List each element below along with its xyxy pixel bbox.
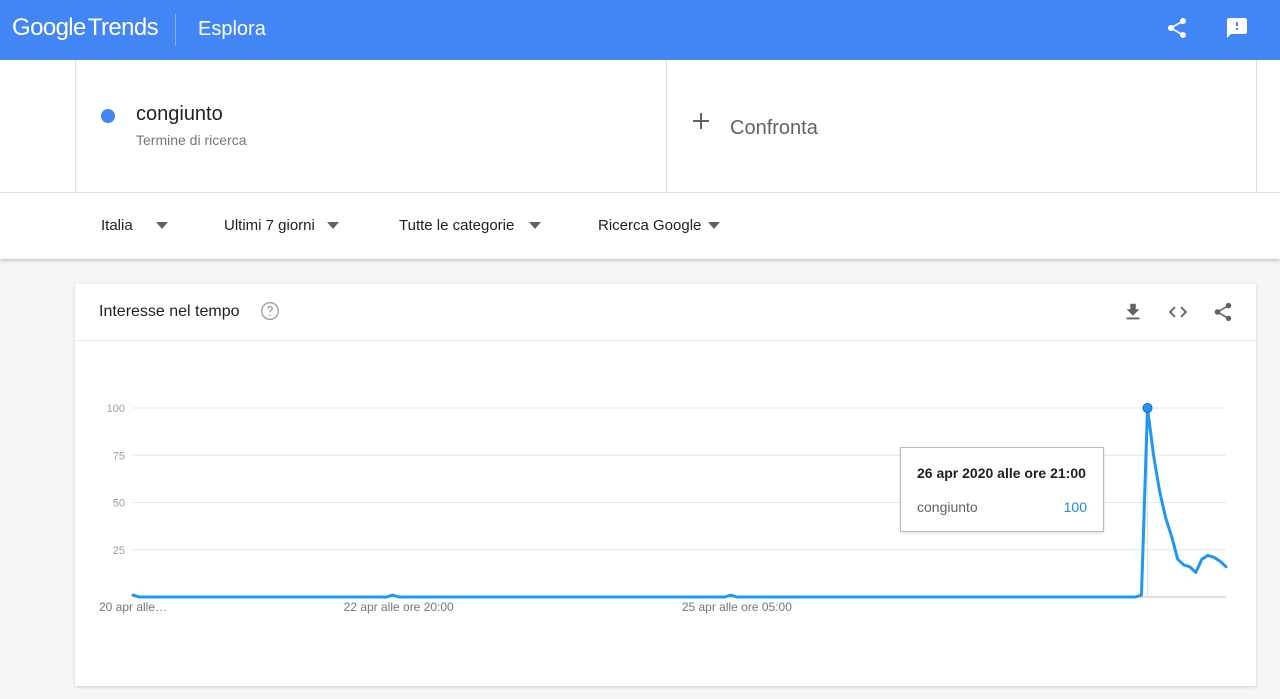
card-header: Interesse nel tempo [75,284,1256,341]
filter-time-range-label: Ultimi 7 giorni [224,217,315,234]
search-panel: congiunto Termine di ricerca Confronta [0,60,1280,192]
tooltip-series-name: congiunto [917,499,978,515]
card-title: Interesse nel tempo [99,303,240,320]
plus-icon [693,113,709,129]
card-share-icon[interactable] [1212,301,1234,323]
filter-category[interactable]: Tutte le categorie [399,217,541,234]
logo-google-text: Google [12,14,86,41]
share-icon[interactable] [1165,16,1189,40]
filter-category-label: Tutte le categorie [399,217,515,234]
app-bar-divider [175,14,176,46]
download-icon[interactable] [1122,301,1144,323]
dropdown-arrow-icon [708,222,720,229]
feedback-icon[interactable] [1225,16,1249,40]
chart-tooltip: 26 apr 2020 alle ore 21:00 congiunto 100 [900,447,1104,532]
filter-search-type-label: Ricerca Google [598,217,702,234]
help-icon[interactable] [260,301,280,321]
term-type: Termine di ricerca [136,132,247,148]
search-term-card[interactable]: congiunto Termine di ricerca [75,60,667,192]
google-trends-logo[interactable]: GoogleTrends [12,14,159,42]
logo-trends-text: Trends [87,14,159,41]
app-bar: GoogleTrends Esplora [0,0,1280,60]
term-name[interactable]: congiunto [136,103,223,126]
filter-bar: Italia Ultimi 7 giorni Tutte le categori… [0,192,1280,259]
filter-search-type[interactable]: Ricerca Google [598,217,720,234]
tooltip-value: 100 [1063,499,1087,515]
compare-button[interactable]: Confronta [665,60,1257,192]
dropdown-arrow-icon [327,222,339,229]
filter-region[interactable]: Italia [101,217,168,234]
term-color-dot [101,109,115,123]
tooltip-date: 26 apr 2020 alle ore 21:00 [917,465,1086,481]
embed-icon[interactable] [1167,301,1189,323]
dropdown-arrow-icon [156,222,168,229]
filter-time-range[interactable]: Ultimi 7 giorni [224,217,339,234]
compare-label: Confronta [730,117,818,139]
filter-region-label: Italia [101,217,133,234]
page-title: Esplora [198,18,266,40]
dropdown-arrow-icon [529,222,541,229]
